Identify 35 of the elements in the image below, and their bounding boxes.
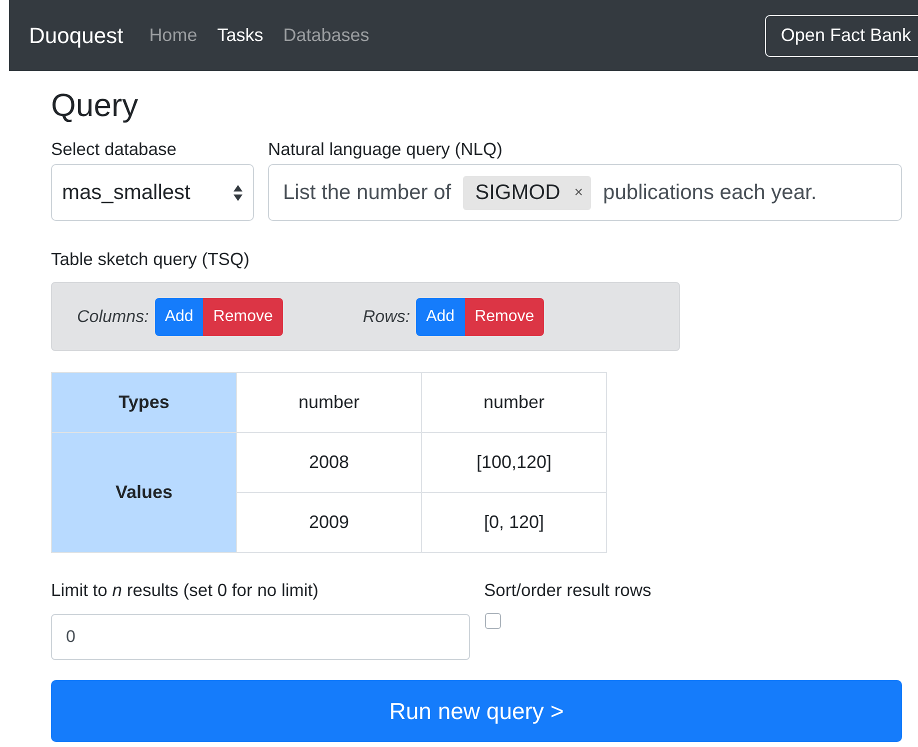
row-header-cell: Values [52, 432, 236, 552]
limit-input[interactable]: 0 [51, 614, 470, 660]
table-cell: [100,120] [422, 432, 606, 492]
field-label: Natural language query (NLQ) [268, 138, 504, 160]
field-label: Select database [51, 138, 178, 160]
nlq-field[interactable]: List the number of SIGMOD × publications each year. [268, 164, 902, 221]
run-query-button[interactable]: Run new query > [51, 680, 902, 742]
table-cell: 2009 [236, 492, 422, 552]
control-label: Rows: [362, 306, 410, 326]
database-select[interactable]: mas_smallest [51, 164, 254, 221]
nav-link[interactable]: Home [149, 25, 198, 46]
table-cell: number [422, 372, 606, 432]
remove-button[interactable]: Remove [203, 298, 283, 336]
page-title: Query [51, 86, 140, 125]
nav-link[interactable]: Tasks [217, 25, 264, 46]
add-button[interactable]: Add [416, 298, 465, 336]
brand-link[interactable]: Duoquest [29, 22, 124, 48]
section-label: Table sketch query (TSQ) [51, 248, 250, 270]
field-label: Sort/order result rows [484, 579, 652, 601]
table-cell: 2008 [236, 432, 422, 492]
row-header-cell: Types [52, 372, 236, 432]
nav-link[interactable]: Databases [283, 25, 370, 46]
query-text: List the number of [283, 180, 452, 204]
sort-checkbox[interactable] [485, 613, 501, 629]
updown-icon [233, 184, 243, 202]
tag-text: SIGMOD [475, 180, 560, 204]
table-cell: number [236, 372, 422, 432]
add-button[interactable]: Add [154, 298, 204, 336]
open-fact-bank-button[interactable]: Open Fact Bank [764, 14, 918, 56]
field-label: Limit to n results (set 0 for no limit) [51, 579, 320, 601]
query-text: publications each year. [603, 180, 817, 204]
remove-button[interactable]: Remove [464, 298, 544, 336]
remove-tag-button[interactable]: × [574, 184, 584, 201]
control-label: Columns: [77, 306, 149, 326]
table-cell: [0, 120] [422, 492, 606, 552]
